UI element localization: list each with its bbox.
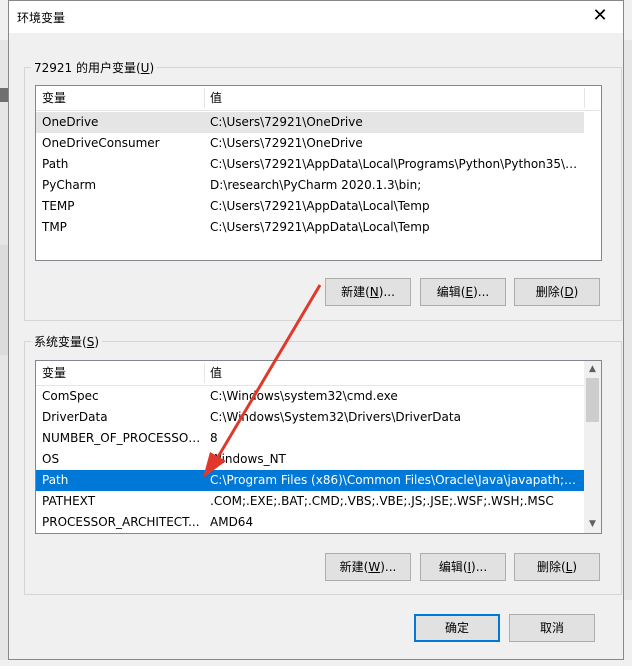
user-edit-button[interactable]: 编辑(E)... — [420, 278, 506, 306]
table-row[interactable]: ComSpec C:\Windows\system32\cmd.exe — [36, 386, 584, 407]
user-delete-button[interactable]: 删除(D) — [514, 278, 600, 306]
list-header: 变量 值 — [36, 86, 601, 111]
column-header-name[interactable]: 变量 — [36, 86, 204, 110]
user-variables-list[interactable]: 变量 值 OneDrive C:\Users\72921\OneDrive One… — [35, 85, 602, 261]
title-bar: 环境变量 ✕ — [9, 1, 623, 33]
column-separator[interactable] — [584, 88, 585, 108]
table-row[interactable]: Path C:\Users\72921\AppData\Local\Program… — [36, 154, 584, 175]
column-header-value[interactable]: 值 — [204, 86, 584, 110]
scroll-up-icon[interactable]: ▲ — [584, 361, 601, 378]
system-variables-label: 系统变量(S) — [31, 333, 102, 350]
system-edit-button[interactable]: 编辑(I)... — [420, 553, 506, 581]
system-variables-group: 系统变量(S) 变量 值 ComSpec C:\Windows\system32\… — [24, 333, 622, 595]
scroll-down-icon[interactable]: ▼ — [584, 516, 601, 533]
table-row-selected[interactable]: Path C:\Program Files (x86)\Common Files\… — [36, 470, 584, 491]
table-row[interactable]: OneDriveConsumer C:\Users\72921\OneDrive — [36, 133, 584, 154]
table-row[interactable]: PATHEXT .COM;.EXE;.BAT;.CMD;.VBS;.VBE;.JS… — [36, 491, 584, 512]
vertical-scrollbar[interactable]: ▲ ▼ — [584, 361, 601, 533]
column-header-value[interactable]: 值 — [204, 361, 584, 385]
table-row[interactable]: DriverData C:\Windows\System32\Drivers\Dr… — [36, 407, 584, 428]
background-window-right-edge — [624, 40, 632, 600]
user-new-button[interactable]: 新建(N)... — [325, 278, 411, 306]
table-row[interactable]: OneDrive C:\Users\72921\OneDrive — [36, 112, 584, 133]
user-variables-group: 72921 的用户变量(U) 变量 值 OneDrive C:\Users\729… — [24, 59, 622, 321]
close-icon[interactable]: ✕ — [577, 1, 623, 31]
table-row[interactable]: PyCharm D:\research\PyCharm 2020.1.3\bin; — [36, 175, 584, 196]
list-header: 变量 值 — [36, 361, 601, 386]
table-row[interactable]: TMP C:\Users\72921\AppData\Local\Temp — [36, 217, 584, 238]
user-variables-label: 72921 的用户变量(U) — [31, 59, 158, 76]
dialog-title: 环境变量 — [17, 11, 66, 25]
table-row[interactable]: TEMP C:\Users\72921\AppData\Local\Temp — [36, 196, 584, 217]
background-panel — [0, 245, 8, 355]
table-row[interactable]: OS Windows_NT — [36, 449, 584, 470]
table-row[interactable]: PROCESSOR_ARCHITECT... AMD64 — [36, 512, 584, 533]
cancel-button[interactable]: 取消 — [509, 614, 595, 642]
system-delete-button[interactable]: 删除(L) — [514, 553, 600, 581]
table-row[interactable]: NUMBER_OF_PROCESSORS 8 — [36, 428, 584, 449]
ok-button[interactable]: 确定 — [414, 614, 500, 642]
scroll-thumb[interactable] — [586, 378, 599, 422]
environment-variables-dialog: 环境变量 ✕ 72921 的用户变量(U) 变量 值 OneDrive C:\Us… — [8, 0, 624, 660]
system-new-button[interactable]: 新建(W)... — [325, 553, 411, 581]
background-icon — [0, 88, 8, 102]
system-variables-list[interactable]: 变量 值 ComSpec C:\Windows\system32\cmd.exe … — [35, 360, 602, 534]
column-header-name[interactable]: 变量 — [36, 361, 204, 385]
